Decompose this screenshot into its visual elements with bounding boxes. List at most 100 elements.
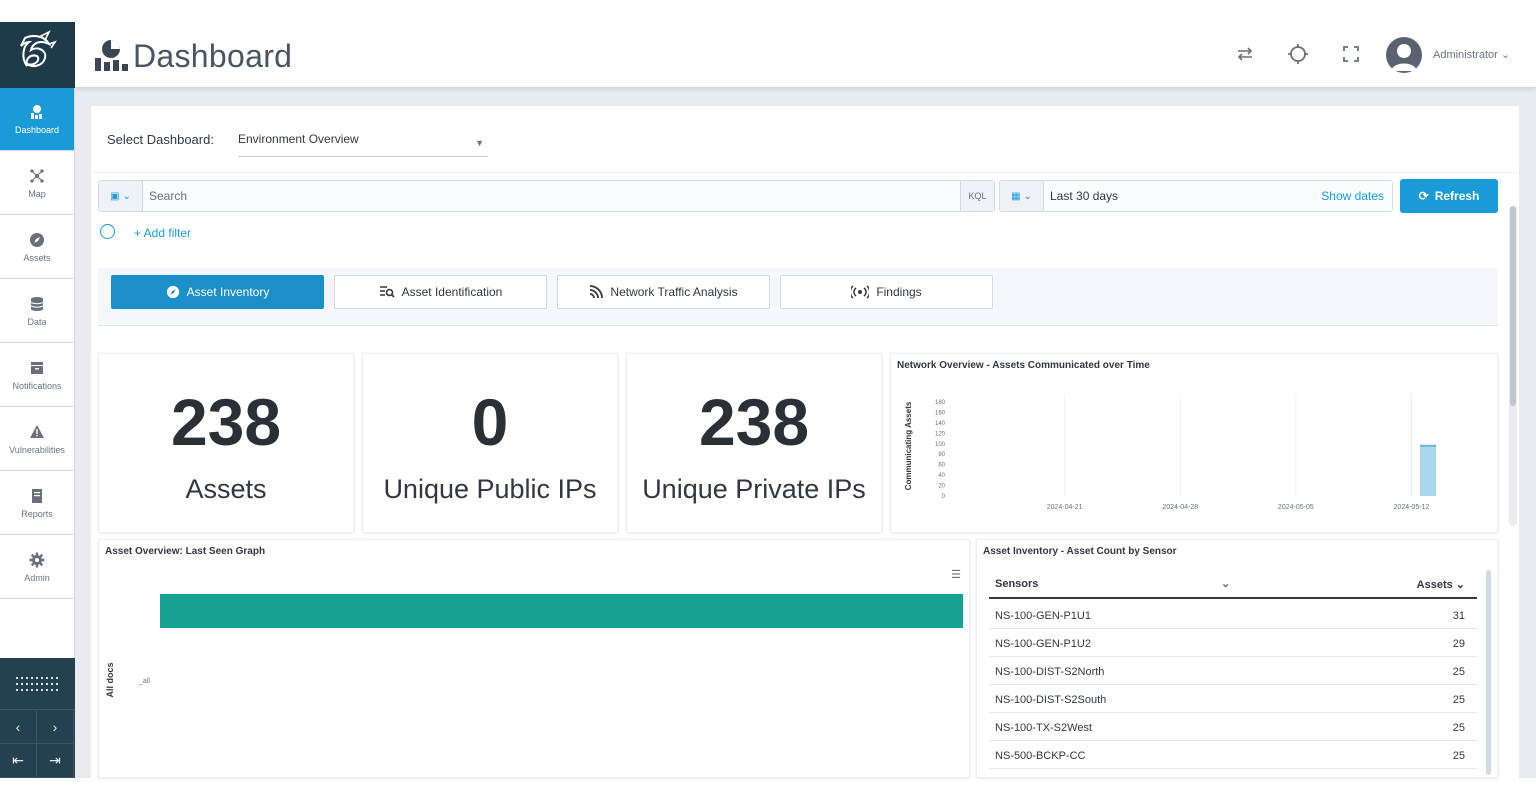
sidebar-item-data[interactable]: Data (0, 280, 74, 343)
show-dates-link[interactable]: Show dates (1321, 189, 1384, 203)
scrollbar-thumb[interactable] (1510, 206, 1516, 406)
signal-icon (590, 285, 604, 299)
stat-label: Assets (185, 474, 267, 504)
warning-icon (30, 424, 44, 438)
sidebar-item-assets[interactable]: Assets (0, 216, 74, 279)
page-title: Dashboard (133, 38, 293, 74)
divider (91, 172, 1519, 173)
tab-asset-identification[interactable]: Asset Identification (334, 275, 547, 309)
chevron-down-icon: ▼ (475, 138, 484, 148)
add-filter-button[interactable]: + Add filter (134, 226, 191, 240)
x-tick-label: 2024-05-05 (1278, 504, 1314, 511)
y-tick-label: 60 (938, 463, 945, 469)
y-tick-label: 0 (942, 494, 946, 500)
filter-icon[interactable] (100, 224, 115, 239)
sidebar-item-map[interactable]: Map (0, 152, 74, 215)
table-row[interactable]: NS-100-GEN-P1U2 29 (989, 629, 1477, 657)
chevron-down-icon: ⌄ (1500, 49, 1511, 61)
collapse-sidebar-button[interactable]: ⇤ (0, 744, 37, 778)
table-row[interactable]: NS-100-TX-S2West 25 (989, 713, 1477, 741)
avatar[interactable] (1386, 37, 1422, 73)
table-row[interactable]: NS-100-GEN-P1U1 31 (989, 601, 1477, 629)
y-tick-label: 100 (935, 442, 946, 448)
chevron-down-icon: ⌄ (122, 190, 131, 202)
sidebar-item-admin[interactable]: Admin (0, 536, 74, 599)
quick-date-button[interactable]: ▦ ⌄ (1000, 181, 1044, 211)
sidebar-item-label: Data (27, 316, 47, 327)
data-icon (30, 296, 44, 311)
sidebar-item-reports[interactable]: Reports (0, 472, 74, 535)
refresh-button[interactable]: ⟳ Refresh (1400, 179, 1498, 213)
y-tick-label: 160 (935, 410, 946, 416)
chevron-down-icon: ⌄ (1023, 190, 1032, 202)
swap-icon[interactable] (1234, 43, 1256, 65)
sidebar-item-label: Assets (23, 252, 51, 263)
dashboard-select[interactable]: Environment Overview ▼ (238, 132, 488, 157)
network-overview-chart: Communicating Assets 180 160 140 120 100 80 60… (904, 394, 1436, 511)
map-icon (30, 168, 44, 183)
table-row[interactable]: NS-500-BCKP-CC 25 (989, 741, 1477, 769)
app-logo[interactable] (0, 22, 75, 88)
chart-bar[interactable] (160, 594, 963, 628)
search-input[interactable]: Search (149, 189, 187, 203)
assets-cell: 25 (1452, 694, 1465, 706)
expand-sidebar-button[interactable]: ⇥ (37, 744, 74, 778)
column-assets[interactable]: Assets ⌄ (1417, 578, 1465, 591)
stat-unique-public-ips: 0 Unique Public IPs (362, 353, 618, 533)
table-scrollbar[interactable] (1486, 570, 1491, 775)
refresh-label: Refresh (1434, 189, 1480, 203)
saved-query-button[interactable]: ▣ ⌄ (99, 181, 143, 211)
user-name-label: Administrator (1433, 49, 1498, 61)
list-search-icon (379, 286, 395, 298)
sidebar-item-dashboard[interactable]: Dashboard (0, 88, 74, 151)
x-tick-label: 2024-04-28 (1162, 504, 1198, 511)
table-row[interactable]: NS-100-DIST-S2South 25 (989, 685, 1477, 713)
chart-bar-cap (1419, 444, 1436, 447)
tab-asset-inventory[interactable]: Asset Inventory (111, 275, 324, 309)
fullscreen-icon[interactable] (1340, 43, 1362, 65)
nav-next-button[interactable]: › (37, 710, 74, 744)
chevron-left-icon: ‹ (15, 718, 21, 735)
assets-cell: 31 (1452, 610, 1465, 622)
save-query-icon: ▣ (110, 190, 120, 202)
sensor-cell: NS-100-DIST-S2South (995, 694, 1107, 706)
dashboard-icon (31, 104, 42, 119)
sidebar-controls: ‹ › ⇤ ⇥ (0, 658, 75, 778)
sidebar-item-label: Notifications (12, 380, 62, 391)
table-header: Sensors ⌄ Assets ⌄ (989, 569, 1477, 599)
column-sensors[interactable]: Sensors (995, 578, 1038, 590)
user-icon (1391, 44, 1417, 71)
date-picker[interactable]: ▦ ⌄ Last 30 days Show dates (999, 180, 1393, 212)
bar-category-label: _all (138, 678, 150, 685)
assets-cell: 25 (1452, 722, 1465, 734)
notifications-icon (31, 361, 43, 374)
tab-network-traffic-analysis[interactable]: Network Traffic Analysis (557, 275, 770, 309)
page-scrollbar[interactable] (1509, 206, 1517, 526)
apps-grid-button[interactable] (0, 658, 75, 710)
sidebar-item-notifications[interactable]: Notifications (0, 344, 74, 407)
crosshair-icon[interactable] (1287, 43, 1309, 65)
sidebar-item-vulnerabilities[interactable]: Vulnerabilities (0, 408, 74, 471)
sidebar-item-label: Dashboard (14, 124, 60, 135)
arrow-to-left-icon: ⇤ (12, 752, 24, 768)
assets-cell: 25 (1452, 750, 1465, 762)
search-bar[interactable]: ▣ ⌄ Search KQL (98, 180, 995, 212)
sensor-cell: NS-100-GEN-P1U2 (995, 638, 1091, 650)
tab-findings[interactable]: Findings (780, 275, 993, 309)
kql-toggle[interactable]: KQL (960, 181, 994, 211)
dragon-logo-icon (19, 30, 57, 67)
assets-cell: 29 (1452, 638, 1465, 650)
tab-label: Network Traffic Analysis (610, 285, 738, 299)
nav-prev-button[interactable]: ‹ (0, 710, 37, 744)
network-overview-panel: Network Overview - Assets Communicated o… (890, 353, 1498, 533)
chevron-down-icon[interactable]: ⌄ (1221, 577, 1230, 590)
stat-label: Unique Private IPs (642, 474, 866, 504)
y-tick-label: 20 (938, 484, 945, 490)
date-range-value: Last 30 days (1050, 189, 1119, 203)
column-label: Sensors (995, 578, 1039, 590)
user-menu[interactable]: Administrator ⌄ (1433, 48, 1510, 61)
sensor-table-panel: Asset Inventory - Asset Count by Sensor … (976, 539, 1498, 778)
chart-bar[interactable] (1419, 444, 1436, 496)
assets-cell: 25 (1452, 666, 1465, 678)
table-row[interactable]: NS-100-DIST-S2North 25 (989, 657, 1477, 685)
